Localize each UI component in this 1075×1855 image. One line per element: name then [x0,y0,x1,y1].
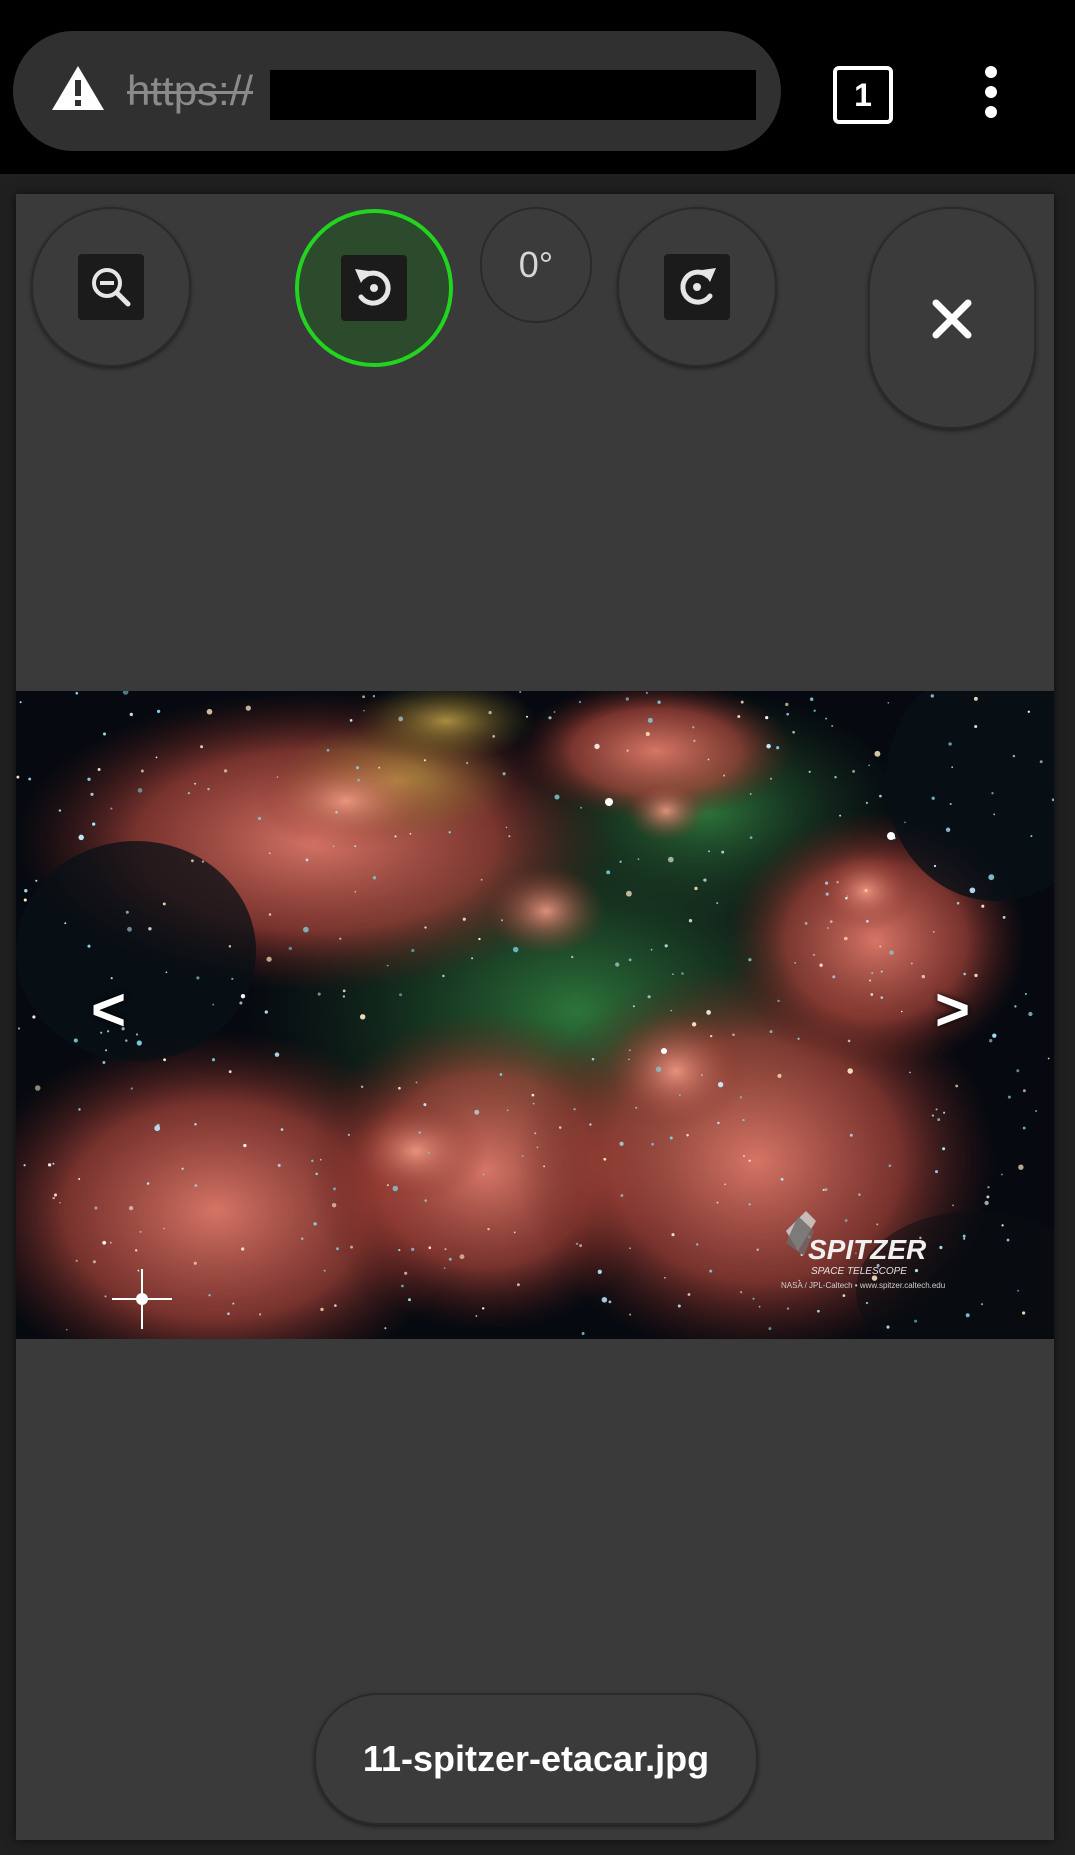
rotate-left-button[interactable] [295,209,453,367]
rotate-left-icon [355,269,391,306]
url-text[interactable]: https:// [127,64,253,118]
next-image-button[interactable]: > [935,975,970,1045]
zoom-out-button[interactable] [31,207,191,367]
close-icon [932,299,972,339]
tab-switcher-button[interactable]: 1 [833,66,893,124]
spitzer-logo-subtext: SPACE TELESCOPE [811,1266,907,1277]
spitzer-logo-text: SPITZER [808,1234,927,1265]
previous-image-button[interactable]: < [91,975,126,1045]
more-vert-icon[interactable] [970,60,1014,124]
warning-triangle-icon[interactable] [50,64,106,112]
rotate-right-button[interactable] [617,207,777,367]
rotation-angle-label: 0° [480,207,592,323]
browser-toolbar: https:// 1 [0,0,1075,174]
nebula-image-art: SPITZER SPACE TELESCOPE NASA / JPL-Calte… [16,691,1054,1339]
url-redacted-block [270,70,756,120]
filename-label: 11-spitzer-etacar.jpg [314,1693,758,1825]
spitzer-credit-text: NASA / JPL-Caltech • www.spitzer.caltech… [781,1281,945,1290]
nebula-image: SPITZER SPACE TELESCOPE NASA / JPL-Calte… [16,691,1054,1339]
zoom-out-icon [92,268,131,307]
close-button[interactable] [868,207,1036,429]
rotate-right-icon [680,268,716,305]
